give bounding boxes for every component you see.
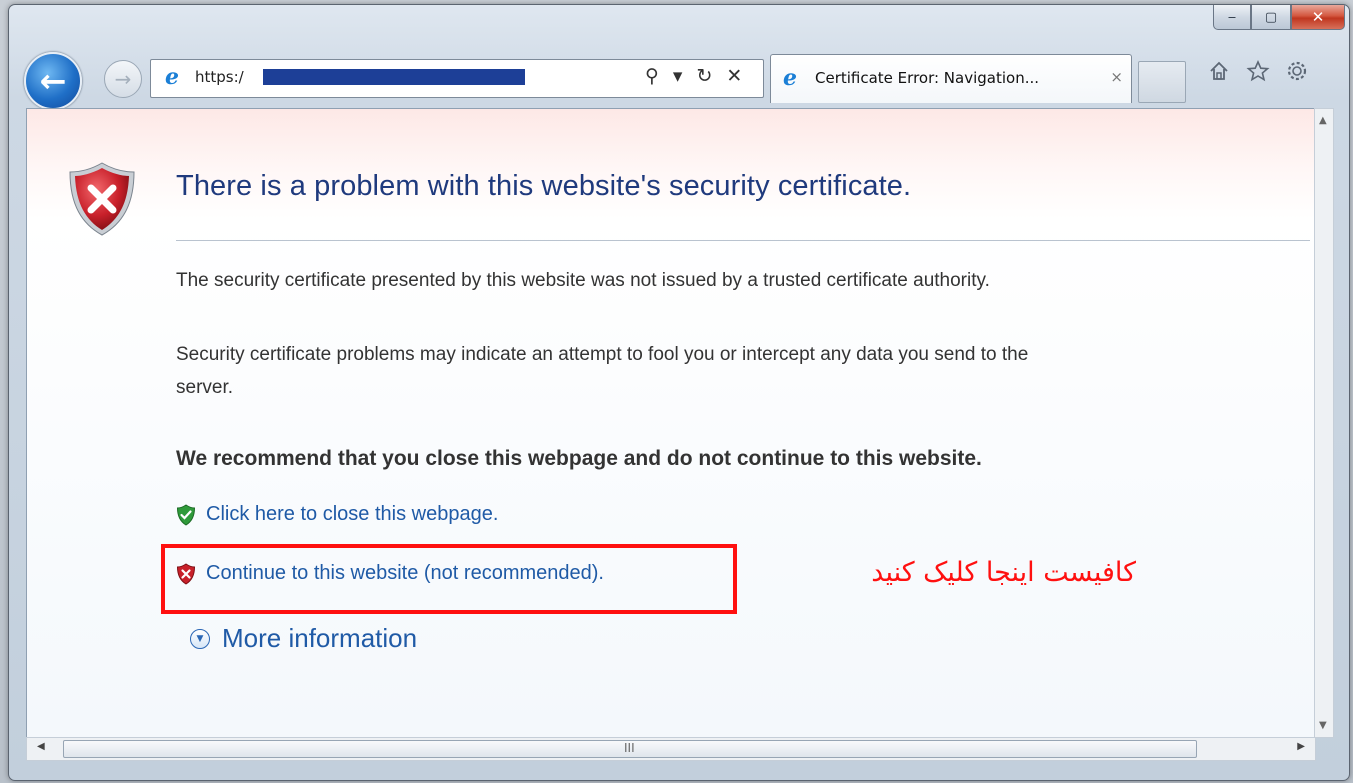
description-paragraph: The security certificate presented by th… (176, 270, 990, 291)
tab-certificate-error[interactable]: e Certificate Error: Navigation... × (770, 54, 1132, 103)
address-text[interactable]: https:/ (195, 68, 244, 86)
close-window-button[interactable]: ✕ (1291, 5, 1345, 30)
search-icon[interactable]: ⚲ (645, 65, 659, 87)
forward-arrow-icon: → (114, 67, 132, 91)
scroll-left-icon[interactable]: ◀ (37, 741, 45, 752)
expand-chevron-icon[interactable]: ▼ (190, 628, 210, 649)
more-information-row[interactable]: ▼ More information (190, 623, 417, 654)
close-page-row: Click here to close this webpage. (176, 503, 498, 526)
address-tools: ⚲ ▾ ↻ ✕ (645, 65, 742, 87)
green-shield-icon (176, 503, 196, 526)
minimize-button[interactable]: ‒ (1213, 5, 1251, 30)
forward-button[interactable]: → (104, 60, 142, 98)
favorites-star-icon[interactable] (1246, 60, 1270, 82)
new-tab-button[interactable] (1138, 61, 1186, 103)
caption-buttons: ‒ ▢ ✕ (1213, 5, 1345, 30)
vertical-scrollbar[interactable]: ▲ ▼ (1314, 108, 1334, 738)
ie-logo-icon: e (165, 64, 179, 90)
divider (176, 240, 1310, 241)
ie-logo-icon: e (783, 65, 797, 91)
back-arrow-icon: ← (39, 62, 67, 100)
more-information-link[interactable]: More information (222, 623, 417, 654)
annotation-highlight-box (161, 544, 737, 614)
settings-gear-icon[interactable] (1286, 60, 1308, 82)
address-bar[interactable]: e https:/ ⚲ ▾ ↻ ✕ (150, 59, 764, 98)
scroll-down-icon[interactable]: ▼ (1319, 720, 1327, 731)
close-webpage-link[interactable]: Click here to close this webpage. (206, 503, 498, 526)
error-shield-icon (69, 162, 135, 236)
recommendation-text: We recommend that you close this webpage… (176, 447, 982, 470)
refresh-icon[interactable]: ↻ (696, 65, 712, 87)
annotation-text: کافیست اینجا کلیک کنید (871, 557, 1136, 588)
tab-close-icon[interactable]: × (1110, 68, 1123, 86)
warning-paragraph: Security certificate problems may indica… (176, 338, 1314, 404)
tab-title: Certificate Error: Navigation... (815, 69, 1040, 87)
toolbar-icons (1208, 60, 1308, 82)
scrollbar-thumb[interactable]: III (63, 740, 1197, 758)
horizontal-scrollbar[interactable]: ◀ III ▶ (26, 737, 1316, 761)
scrollbar-grip: III (624, 741, 635, 755)
back-button[interactable]: ← (24, 52, 82, 110)
scroll-right-icon[interactable]: ▶ (1297, 741, 1305, 752)
redacted-url-bar (263, 69, 525, 85)
warning-line-2: server. (176, 377, 234, 398)
stop-icon[interactable]: ✕ (726, 65, 742, 87)
page-title: There is a problem with this website's s… (176, 170, 912, 202)
warning-line-1: Security certificate problems may indica… (176, 344, 1029, 365)
home-icon[interactable] (1208, 60, 1230, 82)
dropdown-icon[interactable]: ▾ (673, 65, 683, 87)
maximize-button[interactable]: ▢ (1251, 5, 1291, 30)
scroll-up-icon[interactable]: ▲ (1319, 115, 1327, 126)
